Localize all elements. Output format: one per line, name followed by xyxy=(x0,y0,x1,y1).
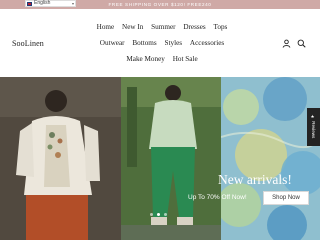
hero-subtitle: Up To 70% Off Now! xyxy=(188,194,247,201)
main-nav-row-2: Outwear Bottoms Styles Accessories xyxy=(84,39,240,47)
nav-item-styles[interactable]: Styles xyxy=(165,39,183,47)
nav-item-make-money[interactable]: Make Money xyxy=(126,55,165,63)
language-selector[interactable]: English ▾ xyxy=(25,0,76,7)
hero-image-right xyxy=(217,77,320,240)
hero-image-center xyxy=(121,77,221,240)
us-flag-icon xyxy=(27,1,32,6)
model-left-illustration xyxy=(0,77,121,240)
reviews-tab[interactable]: ★ Reviews xyxy=(307,108,320,146)
slider-dots xyxy=(150,213,167,216)
nav-item-summer[interactable]: Summer xyxy=(151,23,175,31)
fabric-texture-illustration xyxy=(217,77,320,240)
nav-item-tops[interactable]: Tops xyxy=(213,23,227,31)
main-nav-row-3: Make Money Hot Sale xyxy=(84,55,240,63)
nav-item-home[interactable]: Home xyxy=(97,23,115,31)
logo[interactable]: SooLinen xyxy=(12,39,44,48)
nav-item-accessories[interactable]: Accessories xyxy=(190,39,224,47)
shop-now-button[interactable]: Shop Now xyxy=(263,191,309,205)
hero-title: New arrivals! xyxy=(218,172,292,187)
slider-dot-3[interactable] xyxy=(164,213,167,216)
nav-item-new-in[interactable]: New In xyxy=(122,23,143,31)
nav-item-bottoms[interactable]: Bottoms xyxy=(132,39,156,47)
chevron-down-icon: ▾ xyxy=(71,1,74,6)
model-center-illustration xyxy=(121,77,221,240)
hero-image-left xyxy=(0,77,121,240)
slider-dot-1[interactable] xyxy=(150,213,153,216)
user-icon[interactable] xyxy=(282,39,291,48)
language-label: English xyxy=(34,0,51,6)
search-icon[interactable] xyxy=(297,39,306,48)
nav-item-hot-sale[interactable]: Hot Sale xyxy=(173,55,198,63)
slider-dot-2[interactable] xyxy=(157,213,160,216)
main-nav-row-1: Home New In Summer Dresses Tops xyxy=(84,23,240,31)
nav-item-dresses[interactable]: Dresses xyxy=(183,23,205,31)
nav-item-outwear[interactable]: Outwear xyxy=(100,39,125,47)
